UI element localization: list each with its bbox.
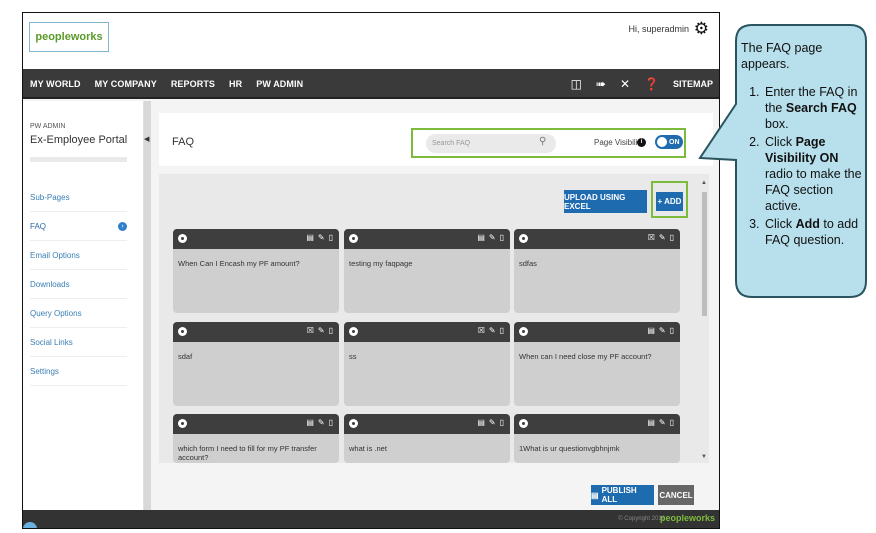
callout-step: Click Page Visibility ON radio to make t…	[763, 134, 869, 214]
callout-step: Click Add to add FAQ question.	[763, 216, 869, 248]
callout-steps: Enter the FAQ in the Search FAQ box. Cli…	[741, 84, 869, 248]
callout-text: The FAQ page appears. Enter the FAQ in t…	[741, 40, 869, 250]
callout-step: Enter the FAQ in the Search FAQ box.	[763, 84, 869, 132]
callout-intro: The FAQ page appears.	[741, 41, 823, 71]
